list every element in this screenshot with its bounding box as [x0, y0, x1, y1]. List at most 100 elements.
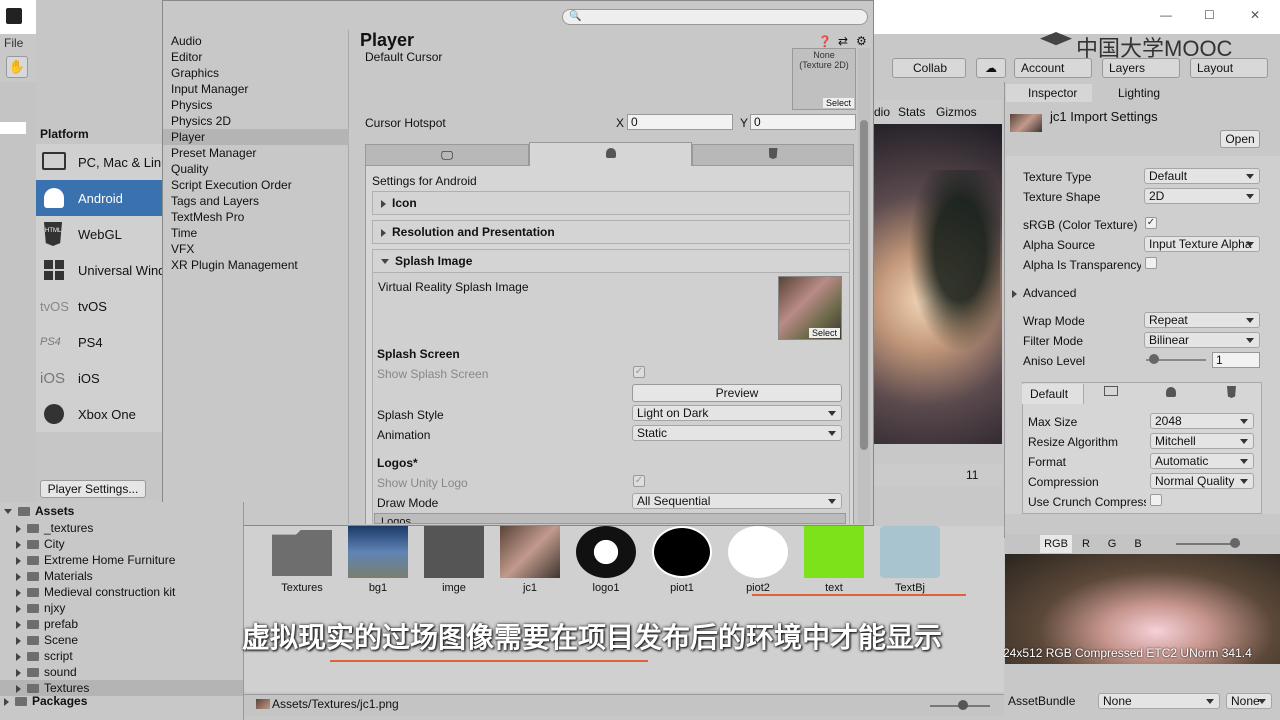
asset-thumbnail[interactable] — [272, 530, 332, 576]
asset-thumbnail[interactable] — [880, 526, 940, 578]
resize-algorithm-dropdown[interactable]: Mitchell — [1150, 433, 1254, 449]
open-button[interactable]: Open — [1220, 130, 1260, 148]
animation-dropdown[interactable]: Static — [632, 425, 842, 441]
android-icon[interactable] — [1166, 387, 1176, 397]
folder-item[interactable]: Scene — [0, 632, 243, 648]
category-item[interactable]: Preset Manager — [163, 145, 349, 161]
asset-label[interactable]: Textures — [266, 582, 338, 594]
channel-button[interactable]: G — [1100, 535, 1124, 553]
platform-item[interactable]: Xbox One — [36, 396, 162, 432]
asset-thumbnail[interactable] — [804, 526, 864, 578]
assetbundle-variant-dropdown[interactable]: None — [1226, 693, 1272, 709]
help-icon[interactable]: ❓ — [818, 35, 832, 48]
stats-button[interactable]: Stats — [898, 105, 925, 119]
splash-style-dropdown[interactable]: Light on Dark — [632, 405, 842, 421]
channel-button[interactable]: RGB — [1040, 535, 1072, 553]
hotspot-x-input[interactable]: 0 — [627, 114, 733, 130]
settings-scrollbar[interactable] — [858, 48, 870, 524]
category-item[interactable]: Quality — [163, 161, 349, 177]
assets-header[interactable]: Assets — [4, 504, 74, 518]
vr-splash-texture-field[interactable]: Select — [778, 276, 842, 340]
format-dropdown[interactable]: Automatic — [1150, 453, 1254, 469]
category-item[interactable]: Script Execution Order — [163, 177, 349, 193]
folder-item[interactable]: script — [0, 648, 243, 664]
cursor-texture-field[interactable]: None (Texture 2D) Select — [792, 48, 856, 110]
asset-label[interactable]: jc1 — [494, 582, 566, 594]
asset-label[interactable]: piot2 — [722, 582, 794, 594]
asset-thumbnail[interactable] — [348, 526, 408, 578]
platform-item[interactable]: PC, Mac & Linux — [36, 144, 175, 180]
preset-icon[interactable]: ⇄ — [838, 34, 848, 48]
alpha-transparency-checkbox[interactable] — [1145, 257, 1157, 269]
folder-item[interactable]: City — [0, 536, 243, 552]
inspector-tab[interactable]: Inspector — [1006, 84, 1092, 102]
hidden-objects-count[interactable]: 11 — [966, 468, 978, 482]
advanced-foldout[interactable]: Advanced — [1012, 286, 1076, 300]
asset-label[interactable]: logo1 — [570, 582, 642, 594]
asset-label[interactable]: text — [798, 582, 870, 594]
category-item[interactable]: Graphics — [163, 65, 349, 81]
category-item[interactable]: Editor — [163, 49, 349, 65]
vr-splash-select-button[interactable]: Select — [808, 328, 840, 338]
platform-tab-android[interactable] — [529, 142, 692, 166]
category-item[interactable]: Physics — [163, 97, 349, 113]
show-unity-logo-checkbox[interactable]: ✓ — [633, 475, 645, 487]
platform-item-selected[interactable]: Android — [36, 180, 162, 216]
asset-label[interactable]: TextBj — [874, 582, 946, 594]
settings-search-input[interactable]: 🔍 — [562, 9, 868, 25]
asset-label[interactable]: piot1 — [646, 582, 718, 594]
minimize-icon[interactable]: — — [1160, 8, 1172, 22]
section-icon[interactable]: Icon — [372, 191, 850, 215]
assetbundle-dropdown[interactable]: None — [1098, 693, 1220, 709]
cloud-icon[interactable]: ☁ — [976, 58, 1006, 78]
asset-thumbnail[interactable] — [728, 526, 788, 578]
cursor-select-button[interactable]: Select — [822, 98, 854, 108]
max-size-dropdown[interactable]: 2048 — [1150, 413, 1254, 429]
category-item[interactable]: Time — [163, 225, 349, 241]
crunch-checkbox[interactable] — [1150, 494, 1162, 506]
show-splash-checkbox[interactable]: ✓ — [633, 366, 645, 378]
asset-thumbnail[interactable] — [652, 526, 712, 578]
texture-type-dropdown[interactable]: Default — [1144, 168, 1260, 184]
asset-thumbnail[interactable] — [576, 526, 636, 578]
category-item[interactable]: Tags and Layers — [163, 193, 349, 209]
mip-slider-thumb[interactable] — [1230, 538, 1240, 548]
alpha-source-dropdown[interactable]: Input Texture Alpha — [1144, 236, 1260, 252]
platform-tab-webgl[interactable] — [692, 144, 854, 166]
category-item[interactable]: VFX — [163, 241, 349, 257]
folder-item[interactable]: sound — [0, 664, 243, 680]
hotspot-y-input[interactable]: 0 — [750, 114, 856, 130]
channel-button[interactable]: B — [1126, 535, 1150, 553]
platform-item[interactable]: tvOS tvOS — [36, 288, 162, 324]
aniso-slider-thumb[interactable] — [1149, 354, 1159, 364]
gizmos-button[interactable]: Gizmos — [936, 105, 977, 119]
srgb-checkbox[interactable]: ✓ — [1145, 217, 1157, 229]
audio-toggle[interactable]: dio — [874, 105, 890, 119]
collab-dropdown[interactable]: Collab — [892, 58, 966, 78]
platform-item[interactable]: HTML WebGL — [36, 216, 162, 252]
category-item[interactable]: Input Manager — [163, 81, 349, 97]
asset-thumbnail[interactable] — [500, 526, 560, 578]
draw-mode-dropdown[interactable]: All Sequential — [632, 493, 842, 509]
wrap-mode-dropdown[interactable]: Repeat — [1144, 312, 1260, 328]
close-icon[interactable]: ✕ — [1250, 8, 1260, 22]
platform-item[interactable]: PS4 PS4 — [36, 324, 162, 360]
section-resolution[interactable]: Resolution and Presentation — [372, 220, 850, 244]
scrollbar-thumb[interactable] — [860, 120, 868, 450]
layers-dropdown[interactable]: Layers — [1102, 58, 1180, 78]
section-splash-image[interactable]: Splash Image — [372, 249, 850, 273]
packages-header[interactable]: Packages — [4, 694, 87, 708]
folder-item[interactable]: njxy — [0, 600, 243, 616]
texture-shape-dropdown[interactable]: 2D — [1144, 188, 1260, 204]
filter-mode-dropdown[interactable]: Bilinear — [1144, 332, 1260, 348]
file-menu[interactable]: File — [4, 36, 23, 50]
channel-button[interactable]: R — [1074, 535, 1098, 553]
folder-item[interactable]: prefab — [0, 616, 243, 632]
platform-item[interactable]: Universal Windows — [36, 252, 189, 288]
asset-label[interactable]: imge — [418, 582, 490, 594]
category-item[interactable]: Physics 2D — [163, 113, 349, 129]
default-platform-tab[interactable]: Default — [1022, 384, 1084, 404]
platform-item[interactable]: iOS iOS — [36, 360, 162, 396]
folder-item[interactable]: Extreme Home Furniture — [0, 552, 243, 568]
asset-thumbnail[interactable] — [424, 526, 484, 578]
